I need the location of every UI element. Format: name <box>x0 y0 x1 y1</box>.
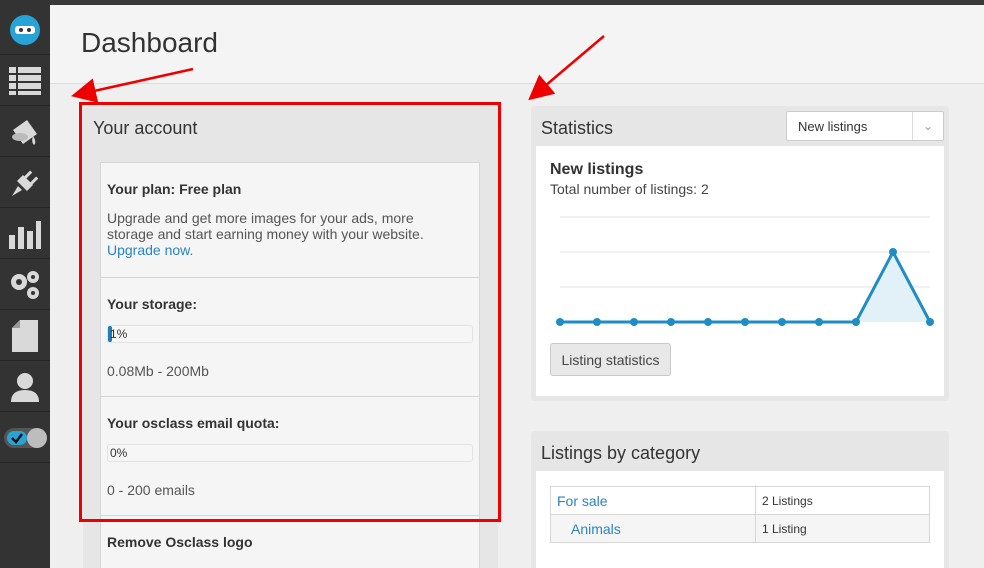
chart-point[interactable] <box>667 318 675 326</box>
chart-point[interactable] <box>593 318 601 326</box>
count-cell: 1 Listing <box>755 514 930 543</box>
statistics-select-value: New listings <box>798 119 868 134</box>
chart-point[interactable] <box>556 318 564 326</box>
chart-point[interactable] <box>852 318 860 326</box>
new-listings-chart <box>556 216 934 326</box>
remove-logo-label: Remove Osclass logo <box>107 534 253 550</box>
chart-point[interactable] <box>926 318 934 326</box>
chart-title: New listings <box>550 161 644 178</box>
category-table: For sale 2 Listings Animals 1 Listing <box>550 486 930 543</box>
remove-logo-section: Remove Osclass logo <box>101 516 479 568</box>
category-panel-title: Listings by category <box>541 443 701 463</box>
statistics-select[interactable]: New listings ⌄ <box>786 111 944 141</box>
table-row: For sale 2 Listings <box>550 486 930 515</box>
chart-subtitle: Total number of listings: 2 <box>550 181 709 197</box>
category-cell: Animals <box>550 514 756 543</box>
chevron-down-icon[interactable]: ⌄ <box>912 112 943 140</box>
count-cell: 2 Listings <box>755 486 930 515</box>
chart-point[interactable] <box>630 318 638 326</box>
listing-statistics-button[interactable]: Listing statistics <box>550 343 671 376</box>
category-link-for-sale[interactable]: For sale <box>557 493 608 509</box>
chart-point[interactable] <box>704 318 712 326</box>
chart-point[interactable] <box>815 318 823 326</box>
annotation-box <box>79 102 501 522</box>
table-row: Animals 1 Listing <box>550 514 930 543</box>
chart-point[interactable] <box>889 248 897 256</box>
category-cell: For sale <box>550 486 756 515</box>
chart-point[interactable] <box>741 318 749 326</box>
category-link-animals[interactable]: Animals <box>571 521 621 537</box>
statistics-panel-title: Statistics <box>541 118 614 138</box>
chart-point[interactable] <box>778 318 786 326</box>
